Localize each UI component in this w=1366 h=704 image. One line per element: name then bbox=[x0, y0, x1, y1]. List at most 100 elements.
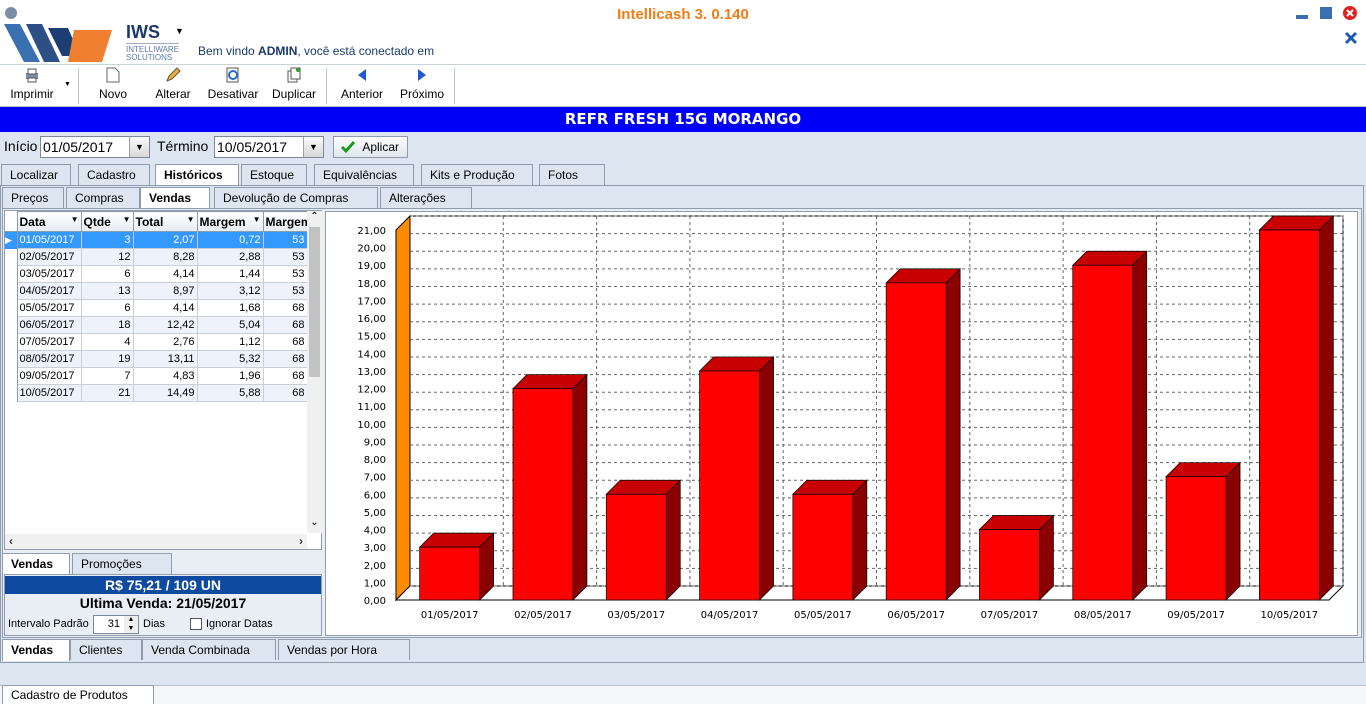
bar-side bbox=[1039, 514, 1054, 601]
table-cell: 53 bbox=[262, 231, 308, 249]
table-row[interactable]: ▶ 01/05/2017 3 2,07 0,72 53 bbox=[5, 231, 308, 249]
chevron-down-icon[interactable]: ▼ bbox=[303, 137, 323, 157]
row-indicator bbox=[5, 367, 18, 385]
tab-equivalencias[interactable]: Equivalências bbox=[314, 164, 414, 185]
minimize-button[interactable] bbox=[1294, 5, 1310, 21]
tab-historicos[interactable]: Históricos bbox=[155, 164, 239, 186]
table-cell: 0,72 bbox=[196, 231, 264, 249]
tab-promocoes[interactable]: Promoções bbox=[72, 553, 172, 574]
y-tick-label: 2,00 bbox=[364, 561, 386, 572]
col-header-data[interactable]: Data ▼ bbox=[16, 211, 82, 232]
print-button[interactable]: Imprimir bbox=[4, 67, 60, 105]
col-header-margem-pct[interactable]: Margem bbox=[262, 211, 308, 232]
tab-cadastro-produtos[interactable]: Cadastro de Produtos bbox=[2, 685, 154, 704]
col-header-margem[interactable]: Margem ▼ bbox=[196, 211, 264, 232]
col-header-total[interactable]: Total ▼ bbox=[132, 211, 198, 232]
logo-menu-icon[interactable]: ▼ bbox=[175, 26, 184, 36]
ignore-dates-checkbox[interactable] bbox=[190, 618, 202, 630]
close-form-icon[interactable] bbox=[1343, 30, 1359, 46]
tab-venda-combinada[interactable]: Venda Combinada bbox=[142, 639, 276, 660]
scroll-thumb[interactable] bbox=[309, 227, 320, 377]
y-tick-label: 5,00 bbox=[364, 508, 386, 519]
bar bbox=[419, 546, 481, 601]
tab-cadastro[interactable]: Cadastro bbox=[78, 164, 150, 185]
y-tick-label: 0,00 bbox=[364, 596, 386, 607]
tab-left-vendas[interactable]: Vendas bbox=[2, 553, 70, 575]
bar-side bbox=[1318, 215, 1334, 601]
print-dropdown-icon[interactable]: ▼ bbox=[64, 81, 71, 88]
tab-vendas[interactable]: Vendas bbox=[140, 187, 210, 209]
tab-bottom-vendas[interactable]: Vendas bbox=[2, 639, 70, 661]
tab-localizar[interactable]: Localizar bbox=[1, 164, 71, 185]
previous-button[interactable]: Anterior bbox=[334, 67, 390, 105]
row-indicator bbox=[5, 248, 18, 266]
duplicate-button[interactable]: Duplicar bbox=[268, 67, 320, 105]
y-tick-label: 8,00 bbox=[364, 455, 386, 466]
bar bbox=[792, 493, 854, 601]
end-date-field[interactable]: 10/05/2017 ▼ bbox=[214, 136, 324, 158]
apply-button[interactable]: Aplicar bbox=[333, 136, 408, 158]
arrow-right-icon bbox=[394, 67, 450, 87]
tab-vendas-por-hora[interactable]: Vendas por Hora bbox=[278, 639, 410, 660]
table-cell: 3 bbox=[80, 231, 134, 249]
new-label: Novo bbox=[98, 87, 127, 101]
table-row[interactable]: 08/05/2017 19 13,11 5,32 68 bbox=[5, 350, 308, 368]
row-indicator bbox=[5, 333, 18, 351]
x-tick-label: 06/05/2017 bbox=[887, 610, 945, 621]
table-row[interactable]: 03/05/2017 6 4,14 1,44 53 bbox=[5, 265, 308, 283]
chevron-down-icon[interactable]: ▼ bbox=[129, 137, 149, 157]
chevron-down-icon[interactable]: ⌄ bbox=[307, 517, 322, 533]
maximize-button[interactable] bbox=[1318, 5, 1334, 21]
tab-devolucao-compras[interactable]: Devolução de Compras bbox=[214, 187, 378, 208]
table-cell: 68 bbox=[262, 367, 308, 385]
interval-stepper[interactable]: 31 ▲ ▼ bbox=[93, 615, 139, 634]
bar-side bbox=[1132, 250, 1148, 601]
tab-compras[interactable]: Compras bbox=[66, 187, 140, 208]
table-row[interactable]: 07/05/2017 4 2,76 1,12 68 bbox=[5, 333, 308, 351]
stepper-up-icon[interactable]: ▲ bbox=[124, 616, 138, 625]
start-date-label: Início bbox=[4, 138, 38, 154]
ignore-dates-label: Ignorar Datas bbox=[206, 618, 273, 630]
toolbar-separator bbox=[326, 68, 327, 104]
x-tick-label: 07/05/2017 bbox=[981, 610, 1039, 621]
chevron-up-icon[interactable]: ⌃ bbox=[307, 211, 322, 227]
table-cell: 05/05/2017 bbox=[16, 299, 82, 317]
table-row[interactable]: 10/05/2017 21 14,49 5,88 68 bbox=[5, 384, 308, 402]
vertical-scrollbar[interactable]: ⌃ ⌄ bbox=[307, 211, 322, 533]
tab-precos[interactable]: Preços bbox=[2, 187, 64, 208]
x-tick-label: 04/05/2017 bbox=[701, 610, 759, 621]
tab-estoque[interactable]: Estoque bbox=[241, 164, 307, 185]
tab-fotos[interactable]: Fotos bbox=[539, 164, 605, 185]
chevron-right-icon[interactable]: › bbox=[299, 534, 303, 548]
col-header-qtde[interactable]: Qtde ▼ bbox=[80, 211, 134, 232]
x-tick-label: 08/05/2017 bbox=[1074, 610, 1132, 621]
start-date-field[interactable]: 01/05/2017 ▼ bbox=[40, 136, 150, 158]
row-indicator bbox=[5, 299, 18, 317]
table-cell: 13 bbox=[80, 282, 134, 300]
print-label: Imprimir bbox=[10, 87, 54, 101]
close-button[interactable] bbox=[1342, 5, 1358, 21]
edit-button[interactable]: Alterar bbox=[148, 67, 198, 105]
table-cell: 68 bbox=[262, 350, 308, 368]
horizontal-scrollbar[interactable]: ‹ › bbox=[5, 534, 307, 549]
table-row[interactable]: 09/05/2017 7 4,83 1,96 68 bbox=[5, 367, 308, 385]
x-tick-label: 01/05/2017 bbox=[421, 610, 479, 621]
row-indicator bbox=[5, 316, 18, 334]
table-cell: 6 bbox=[80, 299, 134, 317]
tab-kits-producao[interactable]: Kits e Produção bbox=[421, 164, 533, 185]
deactivate-button[interactable]: Desativar bbox=[204, 67, 262, 105]
table-row[interactable]: 04/05/2017 13 8,97 3,12 53 bbox=[5, 282, 308, 300]
stepper-down-icon[interactable]: ▼ bbox=[124, 625, 138, 633]
y-tick-label: 3,00 bbox=[364, 543, 386, 554]
tab-alteracoes[interactable]: Alterações bbox=[380, 187, 472, 208]
table-row[interactable]: 06/05/2017 18 12,42 5,04 68 bbox=[5, 316, 308, 334]
table-row[interactable]: 02/05/2017 12 8,28 2,88 53 bbox=[5, 248, 308, 266]
arrow-left-icon bbox=[334, 67, 390, 87]
table-row[interactable]: 05/05/2017 6 4,14 1,68 68 bbox=[5, 299, 308, 317]
deactivate-icon bbox=[204, 67, 262, 87]
next-button[interactable]: Próximo bbox=[394, 67, 450, 105]
tab-clientes[interactable]: Clientes bbox=[70, 639, 142, 660]
table-cell: 19 bbox=[80, 350, 134, 368]
chevron-left-icon[interactable]: ‹ bbox=[9, 534, 13, 548]
new-button[interactable]: Novo bbox=[90, 67, 136, 105]
